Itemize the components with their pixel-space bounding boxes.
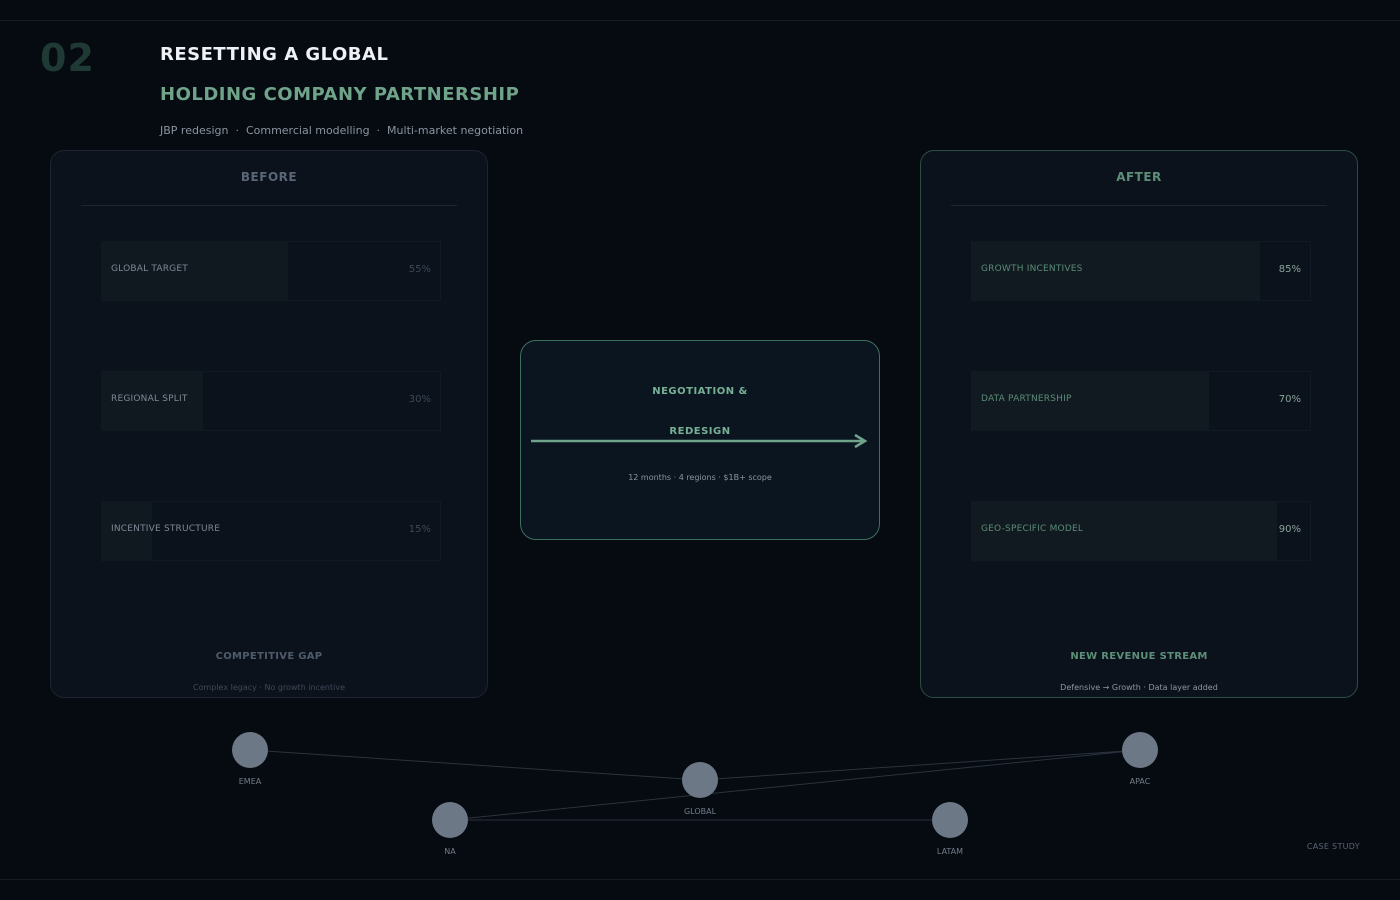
bar-value: 90%: [1278, 524, 1301, 535]
before-footer-title: COMPETITIVE GAP: [215, 651, 323, 662]
section-number: 02: [40, 36, 95, 80]
negotiation-box: NEGOTIATION & REDESIGN 12 months · 4 reg…: [520, 340, 880, 540]
bar-label: REGIONAL SPLIT: [111, 394, 188, 404]
after-bar-row: GEO-SPECIFIC MODEL 90%: [971, 501, 1311, 561]
divider: [81, 205, 457, 206]
edge-emea-global: [249, 749, 701, 781]
before-bar-row: GLOBAL TARGET 55%: [101, 241, 441, 301]
before-title: BEFORE: [240, 170, 298, 184]
node-latam: [932, 802, 968, 838]
node-label-na: NA: [444, 847, 456, 856]
title-line-1: RESETTING A GLOBAL: [160, 44, 389, 65]
divider: [951, 205, 1327, 206]
separator: ·: [228, 124, 246, 137]
node-global: [682, 762, 718, 798]
before-bar-row: REGIONAL SPLIT 30%: [101, 371, 441, 431]
tag-item: JBP redesign: [160, 124, 229, 137]
tag-line: JBP redesign · Commercial modelling · Mu…: [160, 124, 523, 137]
bar-label: GROWTH INCENTIVES: [981, 264, 1083, 274]
before-footer-sub: Complex legacy · No growth incentive: [192, 683, 346, 692]
separator: ·: [369, 124, 388, 137]
tag-item: Multi-market negotiation: [387, 124, 524, 137]
after-panel: AFTER GROWTH INCENTIVES 85% DATA PARTNERSH…: [920, 150, 1358, 698]
edge-global-apac: [699, 749, 1141, 781]
bottom-rule: [0, 879, 1400, 880]
after-title: AFTER: [1116, 170, 1162, 184]
region-network: EMEA GLOBAL APAC NA LATAM: [0, 700, 1400, 870]
node-label-apac: APAC: [1129, 777, 1151, 786]
bar-label: GLOBAL TARGET: [111, 264, 188, 274]
after-footer-sub: Defensive → Growth · Data layer added: [1060, 683, 1218, 692]
tag-item: Commercial modelling: [245, 124, 370, 137]
node-apac: [1122, 732, 1158, 768]
after-bar-row: DATA PARTNERSHIP 70%: [971, 371, 1311, 431]
title-line-2: HOLDING COMPANY PARTNERSHIP: [160, 84, 520, 105]
top-rule: [0, 20, 1400, 21]
bar-value: 70%: [1278, 394, 1301, 405]
case-study-label: CASE STUDY: [1306, 842, 1360, 851]
bar-label: DATA PARTNERSHIP: [981, 394, 1072, 404]
before-panel: BEFORE GLOBAL TARGET 55% REGIONAL SPLIT 30%…: [50, 150, 488, 698]
after-footer-title: NEW REVENUE STREAM: [1070, 651, 1208, 662]
bar-value: 55%: [408, 264, 431, 275]
node-na: [432, 802, 468, 838]
center-meta: 12 months · 4 regions · $1B+ scope: [628, 473, 772, 482]
bar-value: 15%: [408, 524, 431, 535]
edge-na-apac: [449, 749, 1141, 821]
node-label-emea: EMEA: [238, 777, 262, 786]
node-emea: [232, 732, 268, 768]
node-label-latam: LATAM: [936, 847, 964, 856]
bar-label: GEO-SPECIFIC MODEL: [981, 524, 1084, 534]
node-label-global: GLOBAL: [683, 807, 717, 816]
bar-label: INCENTIVE STRUCTURE: [111, 524, 221, 534]
center-title-line-1: NEGOTIATION &: [652, 386, 748, 397]
bar-value: 30%: [408, 394, 431, 405]
center-title-line-2: REDESIGN: [669, 426, 731, 437]
before-bar-row: INCENTIVE STRUCTURE 15%: [101, 501, 441, 561]
after-bar-row: GROWTH INCENTIVES 85%: [971, 241, 1311, 301]
bar-value: 85%: [1278, 264, 1301, 275]
